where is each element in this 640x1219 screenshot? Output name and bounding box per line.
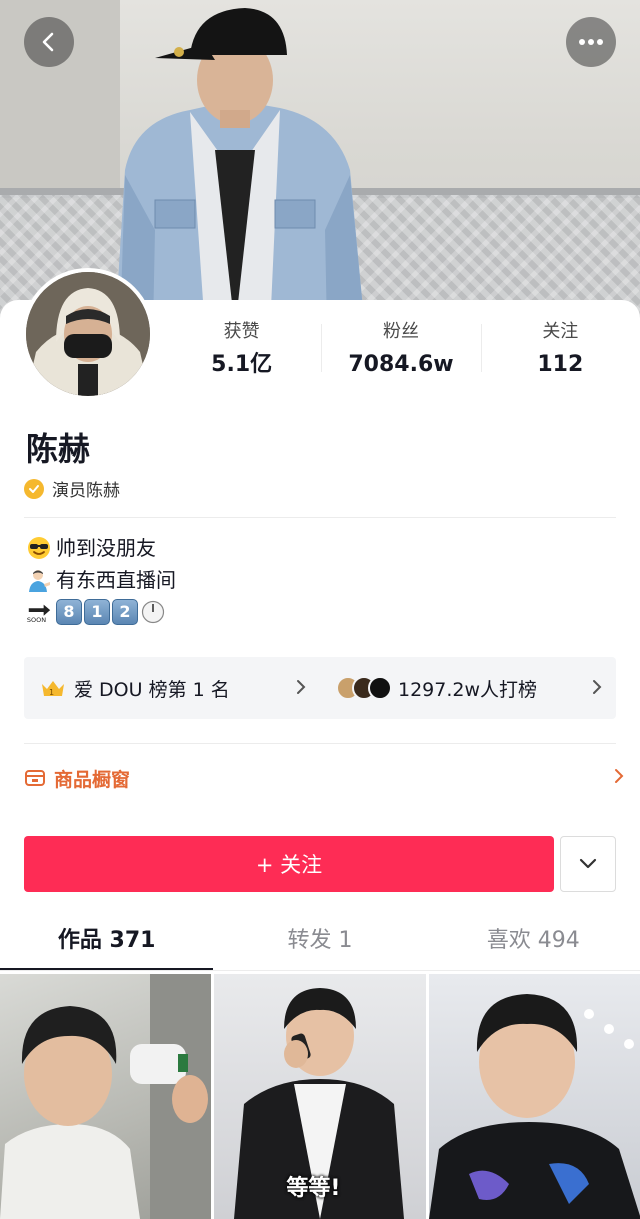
video-caption: 等等! <box>286 1176 341 1201</box>
sunglasses-emoji-icon <box>26 535 52 561</box>
person-tipping-hand-icon <box>26 567 52 593</box>
video-thumbnail[interactable] <box>0 974 212 1219</box>
keycap-digit: 8 <box>56 599 82 625</box>
divider <box>24 743 616 744</box>
video-thumbnail[interactable] <box>428 974 640 1219</box>
stats-row: 获赞 5.1亿 粉丝 7084.6w 关注 112 <box>162 318 640 382</box>
rank-text: 爱 DOU 榜第 1 名 <box>74 678 230 701</box>
shop-label: 商品橱窗 <box>54 768 131 791</box>
back-button[interactable] <box>24 17 74 67</box>
clock-icon <box>140 599 166 625</box>
stat-value: 5.1亿 <box>211 352 273 377</box>
divider <box>0 970 640 971</box>
verified-badge-icon <box>24 478 44 499</box>
verification-badge: 演员陈赫 <box>24 476 120 501</box>
stat-value: 112 <box>537 352 584 377</box>
svg-text:SOON: SOON <box>27 616 46 624</box>
chevron-left-icon <box>42 32 54 52</box>
content-tabs: 作品 371 转发 1 喜欢 494 <box>0 915 640 971</box>
tab-works[interactable]: 作品 371 <box>0 915 214 971</box>
avatar-image <box>26 272 150 396</box>
keycap-digit: 1 <box>84 599 110 625</box>
bio-line: SOON 8 1 2 <box>26 596 176 628</box>
chevron-down-icon <box>579 858 597 869</box>
soon-arrow-icon: SOON <box>26 599 52 625</box>
video-thumbnail-image <box>428 994 640 1219</box>
stat-following[interactable]: 关注 112 <box>480 318 640 382</box>
profile-name: 陈赫 <box>26 430 91 468</box>
tab-likes[interactable]: 喜欢 494 <box>427 915 640 971</box>
stat-value: 7084.6w <box>348 352 454 377</box>
more-button[interactable] <box>566 17 616 67</box>
fan-rank-entry[interactable]: 1297.2w人打榜 <box>320 657 616 719</box>
divider <box>24 517 616 518</box>
shop-window-link[interactable]: 商品橱窗 <box>24 760 624 796</box>
video-grid: 等等! <box>0 974 640 1219</box>
avatar[interactable] <box>22 268 154 400</box>
verification-text: 演员陈赫 <box>52 481 120 501</box>
tab-reposts[interactable]: 转发 1 <box>213 915 426 971</box>
stat-followers[interactable]: 粉丝 7084.6w <box>321 318 480 382</box>
stat-label: 粉丝 <box>382 321 419 342</box>
fan-avatar-group <box>336 676 392 700</box>
bio-line: 有东西直播间 <box>26 564 176 596</box>
stat-label: 关注 <box>542 321 579 342</box>
chevron-right-icon <box>615 769 624 783</box>
rank-text: 1297.2w人打榜 <box>398 678 538 701</box>
keycap-digit: 2 <box>112 599 138 625</box>
crown-icon: 1 <box>42 681 64 697</box>
rank-bar: 1 爱 DOU 榜第 1 名 1297.2w人打榜 <box>24 657 616 719</box>
cover-person-illustration <box>115 8 365 330</box>
bio-line: 帅到没朋友 <box>26 532 176 564</box>
stat-label: 获赞 <box>223 321 260 342</box>
svg-text:1: 1 <box>49 688 54 697</box>
chevron-right-icon <box>297 680 306 694</box>
more-dots-icon <box>579 39 603 45</box>
video-thumbnail[interactable]: 等等! <box>214 974 426 1219</box>
bio: 帅到没朋友 有东西直播间 SOON 8 1 2 <box>26 532 176 628</box>
fan-avatar <box>368 676 392 700</box>
follow-button[interactable]: + 关注 <box>24 836 554 892</box>
recommend-dropdown-button[interactable] <box>560 836 616 892</box>
chevron-right-icon <box>593 680 602 694</box>
stat-likes[interactable]: 获赞 5.1亿 <box>162 318 321 382</box>
video-thumbnail-image <box>0 974 212 1219</box>
bio-text: 帅到没朋友 <box>56 536 156 560</box>
dou-rank-entry[interactable]: 1 爱 DOU 榜第 1 名 <box>24 657 320 719</box>
shop-icon <box>25 770 45 786</box>
bio-text: 有东西直播间 <box>56 568 176 592</box>
